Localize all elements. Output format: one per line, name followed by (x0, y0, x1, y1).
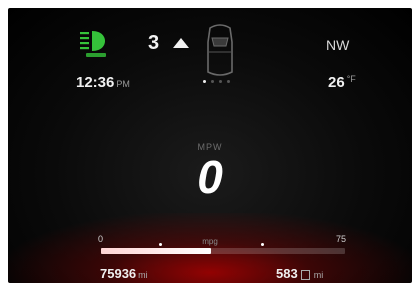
page-indicator (203, 80, 230, 83)
page-dot (219, 80, 222, 83)
cluster-display: 3 NW 12:36 PM 26 °F MPW 0 0 mpg 75 75936 mi… (8, 8, 412, 283)
display-value: 0 (197, 151, 223, 203)
car-topview-icon (207, 24, 233, 76)
gauge-marker (159, 243, 162, 246)
clock-ampm: PM (116, 79, 130, 89)
compass-heading: NW (326, 37, 350, 53)
range-value: 583 (276, 266, 298, 281)
odometer-value: 75936 (100, 266, 137, 281)
headlamp-auto-icon (80, 31, 106, 57)
odometer-unit: mi (138, 270, 148, 280)
gauge-unit-label: mpg (202, 237, 218, 246)
odometer: 75936 mi (100, 266, 148, 281)
gauge-marker (261, 243, 264, 246)
triangle-up-icon (173, 38, 189, 48)
gauge-max-label: 75 (336, 234, 347, 244)
mpg-gauge-bar (101, 243, 345, 254)
fuel-range: 583 mi (276, 266, 323, 281)
clock: 12:36 PM (76, 74, 130, 91)
page-dot-active (203, 80, 206, 83)
mpg-gauge-fill (101, 248, 211, 254)
page-dot (211, 80, 214, 83)
clock-time: 12:36 (76, 74, 115, 91)
temperature-unit: °F (346, 74, 356, 84)
gear-indicator: 3 (148, 32, 160, 54)
temperature-value: 26 (328, 74, 345, 91)
fuel-pump-icon (300, 269, 310, 280)
outside-temperature: 26 °F (328, 74, 356, 91)
page-dot (227, 80, 230, 83)
range-unit: mi (313, 270, 324, 280)
